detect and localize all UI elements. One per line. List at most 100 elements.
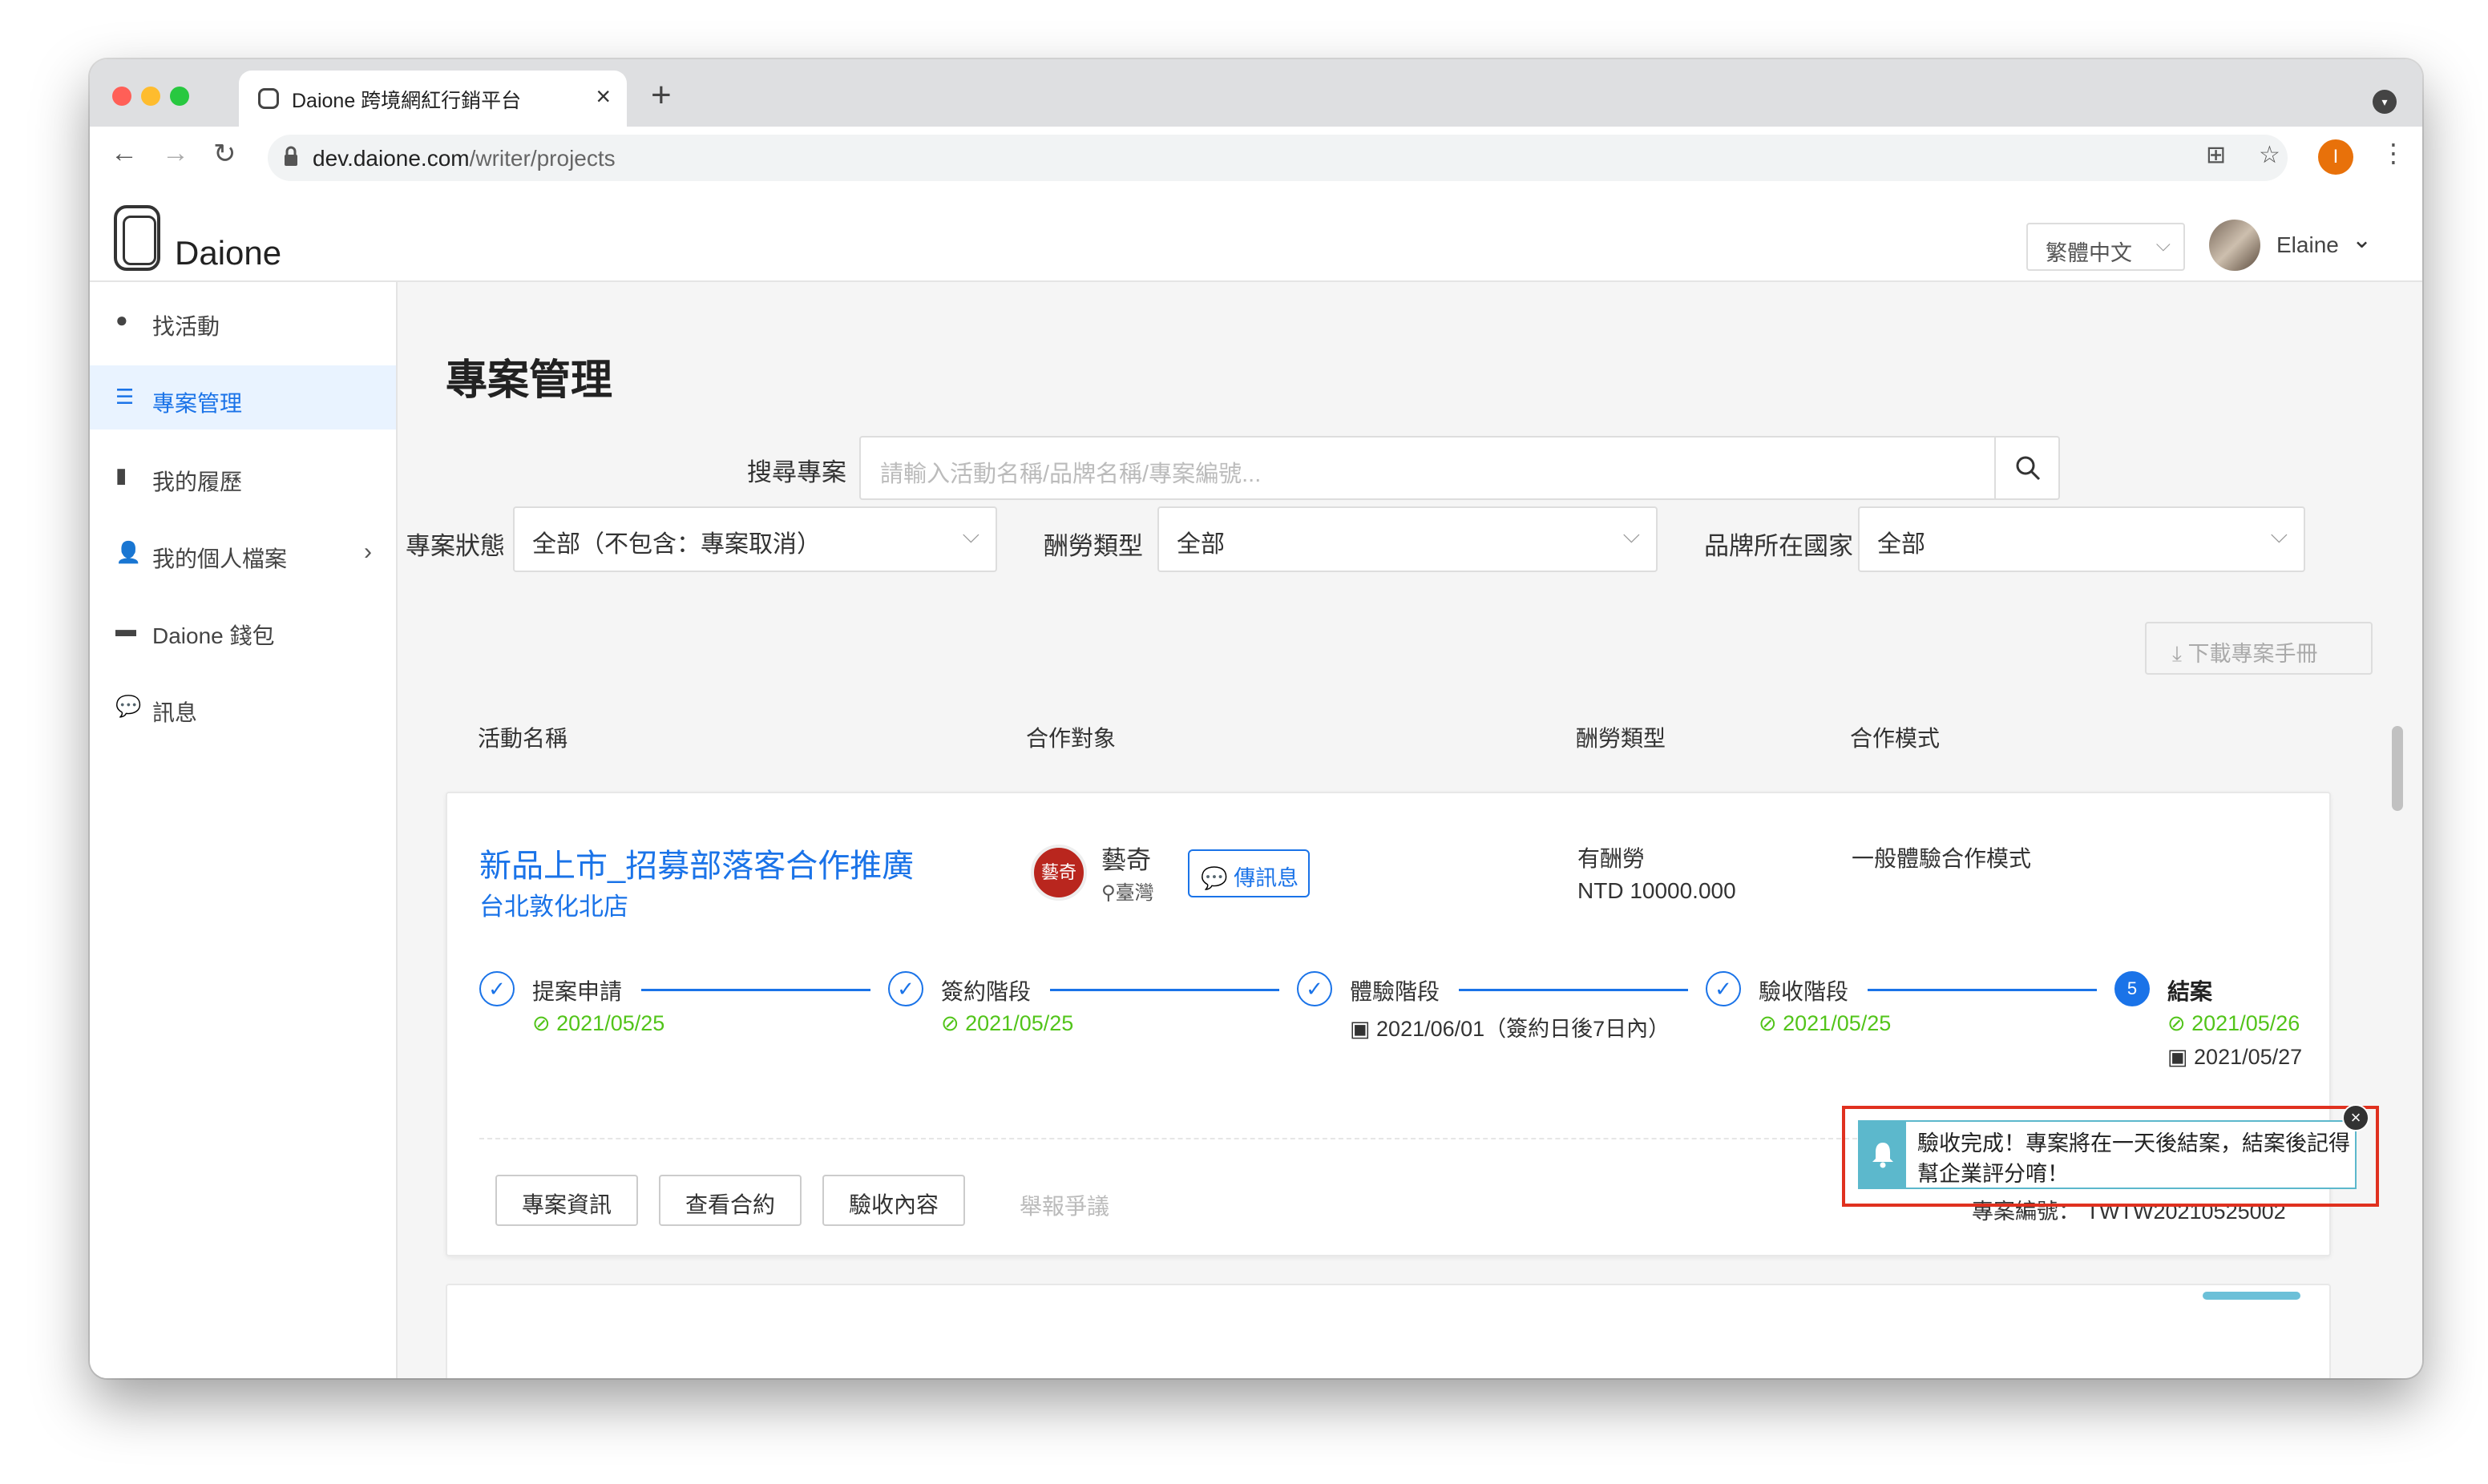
partner-location: ⚲臺灣 xyxy=(1101,882,1154,904)
download-label: 下載專案手冊 xyxy=(2187,642,2318,666)
coop-mode: 一般體驗合作模式 xyxy=(1852,846,2032,871)
bell-icon xyxy=(1860,1122,1906,1188)
status-filter-label: 專案狀態 xyxy=(406,532,505,560)
chevron-down-icon: ⌵ xyxy=(2155,234,2171,256)
document-icon: ▮ xyxy=(115,463,127,487)
step-name: 體驗階段 xyxy=(1350,979,1440,1004)
column-header-mode: 合作模式 xyxy=(1850,726,1941,751)
sidebar-item-profile[interactable]: 👤 我的個人檔案 › xyxy=(90,521,396,585)
address-bar[interactable]: dev.daione.com/writer/projects xyxy=(268,135,2288,181)
url-text: dev.daione.com/writer/projects xyxy=(313,146,616,171)
logo-text[interactable]: Daione xyxy=(175,234,281,272)
pay-type: 有酬勞 xyxy=(1577,846,1646,871)
translate-icon[interactable]: ⊞ xyxy=(2206,141,2226,169)
browser-titlebar: Daione 跨境網紅行銷平台 × + ▾ xyxy=(90,59,2422,128)
tab-search-icon[interactable]: ▾ xyxy=(2373,90,2397,114)
chevron-right-icon: › xyxy=(364,538,372,565)
tab-close-button[interactable]: × xyxy=(596,82,611,111)
step-connector xyxy=(1868,989,2097,991)
sidebar: ● 找活動 ☰ 專案管理 ▮ 我的履歷 👤 我的個人檔案 › ▬ Daione … xyxy=(90,282,398,1378)
close-window-button[interactable] xyxy=(112,87,131,106)
lightbulb-icon: ● xyxy=(115,308,128,332)
step-name: 驗收階段 xyxy=(1759,979,1849,1004)
profile-avatar[interactable]: I xyxy=(2318,139,2353,175)
sidebar-item-find-events[interactable]: ● 找活動 xyxy=(90,288,396,353)
column-header-pay: 酬勞類型 xyxy=(1576,726,1666,751)
forward-icon[interactable]: → xyxy=(162,138,189,169)
notice-popover: 驗收完成！專案將在一天後結案，結案後記得幫企業評分唷！ × xyxy=(1858,1104,2369,1189)
app-header: Daione 繁體中文 ⌵ Elaine ⌄ xyxy=(90,191,2422,282)
sidebar-item-label: 我的履歷 xyxy=(152,470,243,494)
user-name[interactable]: Elaine xyxy=(2276,232,2339,258)
sidebar-item-label: 我的個人檔案 xyxy=(152,546,288,571)
notice-highlight: 驗收完成！專案將在一天後結案，結案後記得幫企業評分唷！ × xyxy=(1842,1104,2379,1207)
language-value: 繁體中文 xyxy=(2046,241,2132,265)
step-check-icon: ✓ xyxy=(888,971,923,1006)
project-store-link[interactable]: 台北敦化北店 xyxy=(479,886,628,922)
country-filter-label: 品牌所在國家 xyxy=(1704,532,1853,560)
user-avatar[interactable] xyxy=(2209,220,2260,271)
step-date: ⊘ 2021/05/25 xyxy=(532,1011,665,1035)
step-date: ⊘ 2021/05/25 xyxy=(941,1011,1074,1035)
main-content: 專案管理 搜尋專案 請輸入活動名稱/品牌名稱/專案編號... 專案狀態 全部（不… xyxy=(398,282,2422,1378)
list-icon: ☰ xyxy=(115,385,135,409)
browser-toolbar: ← → ↻ dev.daione.com/writer/projects ⊞ ☆… xyxy=(90,127,2422,192)
maximize-window-button[interactable] xyxy=(170,87,189,106)
favicon-icon xyxy=(258,88,279,109)
step-connector xyxy=(641,989,870,991)
step-check-icon: ✓ xyxy=(1706,971,1741,1006)
pay-filter-label: 酬勞類型 xyxy=(1044,532,1143,560)
bookmark-star-icon[interactable]: ☆ xyxy=(2259,141,2280,169)
step-name: 提案申請 xyxy=(532,979,623,1004)
send-message-label: 傳訊息 xyxy=(1234,866,1299,890)
browser-menu-icon[interactable]: ⋮ xyxy=(2381,138,2406,168)
country-select[interactable]: 全部 ⌵ xyxy=(1858,506,2305,572)
search-input[interactable]: 請輸入活動名稱/品牌名稱/專案編號... xyxy=(859,436,2060,500)
reload-icon[interactable]: ↻ xyxy=(213,138,236,170)
send-message-button[interactable]: 💬 傳訊息 xyxy=(1188,849,1310,897)
sidebar-item-resume[interactable]: ▮ 我的履歷 xyxy=(90,444,396,508)
pay-select-value: 全部 xyxy=(1177,531,1225,558)
sidebar-item-projects[interactable]: ☰ 專案管理 xyxy=(90,365,396,429)
step-date: ⊘ 2021/05/26 xyxy=(2167,1011,2300,1035)
country-select-value: 全部 xyxy=(1877,531,1925,558)
tab-title: Daione 跨境網紅行銷平台 xyxy=(292,90,522,112)
close-icon[interactable]: × xyxy=(2342,1104,2369,1131)
download-handbook-button[interactable]: ⤓ 下載專案手冊 xyxy=(2145,622,2373,675)
daione-logo-icon[interactable] xyxy=(114,205,160,271)
lock-icon xyxy=(285,146,297,166)
browser-tab[interactable]: Daione 跨境網紅行銷平台 × xyxy=(239,71,627,128)
view-contract-button[interactable]: 查看合約 xyxy=(659,1175,802,1226)
step-number-badge: 5 xyxy=(2114,971,2150,1006)
step-connector xyxy=(1050,989,1279,991)
language-select[interactable]: 繁體中文 ⌵ xyxy=(2026,223,2185,271)
sidebar-item-label: Daione 錢包 xyxy=(152,623,275,648)
pay-type-select[interactable]: 全部 ⌵ xyxy=(1157,506,1658,572)
step-name: 簽約階段 xyxy=(941,979,1032,1004)
chevron-down-icon: ⌵ xyxy=(962,522,979,547)
project-info-button[interactable]: 專案資訊 xyxy=(495,1175,638,1226)
status-select[interactable]: 全部（不包含：專案取消） ⌵ xyxy=(513,506,997,572)
column-header-partner: 合作對象 xyxy=(1026,726,1117,751)
status-select-value: 全部（不包含：專案取消） xyxy=(532,531,821,558)
step-date: ▣ 2021/06/01（簽約日後7日內） xyxy=(1350,1017,1670,1041)
new-tab-button[interactable]: + xyxy=(651,75,672,115)
step-date: ⊘ 2021/05/25 xyxy=(1759,1011,1892,1035)
sidebar-item-messages[interactable]: 💬 訊息 xyxy=(90,675,396,739)
review-content-button[interactable]: 驗收內容 xyxy=(822,1175,965,1226)
report-dispute-link[interactable]: 舉報爭議 xyxy=(1020,1189,1109,1221)
project-title-link[interactable]: 新品上市_招募部落客合作推廣 xyxy=(479,840,914,886)
column-header-event: 活動名稱 xyxy=(478,726,568,751)
chat-icon: 💬 xyxy=(115,694,142,718)
back-icon[interactable]: ← xyxy=(111,138,138,169)
scrollbar[interactable] xyxy=(2392,726,2403,811)
search-placeholder: 請輸入活動名稱/品牌名稱/專案編號... xyxy=(880,462,1262,487)
minimize-window-button[interactable] xyxy=(141,87,160,106)
user-menu-chevron-icon[interactable]: ⌄ xyxy=(2352,226,2372,254)
search-icon xyxy=(2016,456,2041,481)
download-icon: ⤓ xyxy=(2172,642,2182,666)
sidebar-item-wallet[interactable]: ▬ Daione 錢包 xyxy=(90,598,396,662)
search-button[interactable] xyxy=(1994,438,2058,498)
browser-window: Daione 跨境網紅行銷平台 × + ▾ ← → ↻ dev.daione.c… xyxy=(90,59,2422,1378)
step-check-icon: ✓ xyxy=(479,971,515,1006)
